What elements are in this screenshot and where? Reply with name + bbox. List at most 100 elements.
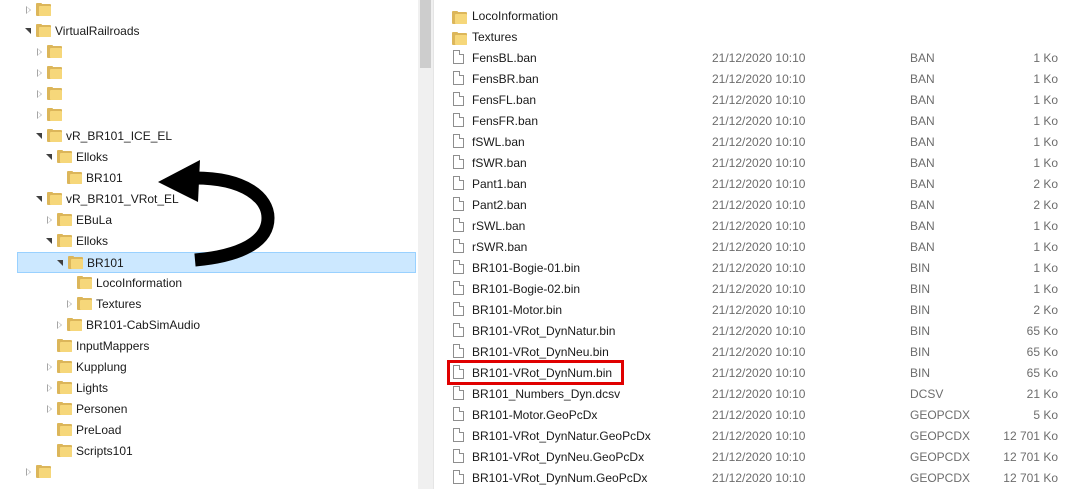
- file-type: BIN: [910, 261, 931, 275]
- file-name: BR101-Bogie-01.bin: [472, 261, 581, 275]
- file-name: FensFR.ban: [472, 114, 539, 128]
- file-row[interactable]: FensBL.ban 21/12/2020 10:10 BAN 1 Ko: [434, 47, 1080, 68]
- file-row[interactable]: BR101-VRot_DynNeu.bin 21/12/2020 10:10 BIN…: [434, 341, 1080, 362]
- tree-item-label: EBuLa: [76, 213, 113, 227]
- collapsed-chevron-icon[interactable]: [35, 47, 45, 57]
- file-icon: [453, 50, 464, 64]
- expanded-chevron-icon[interactable]: [24, 26, 34, 36]
- file-row[interactable]: BR101-Bogie-01.bin 21/12/2020 10:10 BIN 1 K…: [434, 257, 1080, 278]
- file-name: BR101-VRot_DynNeu.bin: [472, 345, 609, 359]
- tree-item[interactable]: [0, 105, 416, 126]
- tree-item-label: Elloks: [76, 234, 109, 248]
- collapsed-chevron-icon[interactable]: [24, 5, 34, 15]
- file-row[interactable]: FensFR.ban 21/12/2020 10:10 BAN 1 Ko: [434, 110, 1080, 131]
- file-row[interactable]: FensBR.ban 21/12/2020 10:10 BAN 1 Ko: [434, 68, 1080, 89]
- collapsed-chevron-icon[interactable]: [65, 299, 75, 309]
- tree-item-label: Personen: [76, 402, 128, 416]
- file-size: 2 Ko: [1033, 177, 1058, 191]
- file-size: 1 Ko: [1033, 261, 1058, 275]
- tree-item[interactable]: Scripts101: [0, 441, 416, 462]
- folder-icon: [57, 234, 72, 247]
- file-row[interactable]: BR101-Motor.GeoPcDx 21/12/2020 10:10 GEOPC…: [434, 404, 1080, 425]
- tree-item[interactable]: [0, 462, 416, 483]
- tree-item[interactable]: Lights: [0, 378, 416, 399]
- file-row[interactable]: BR101-VRot_DynNum.GeoPcDx 21/12/2020 10:1…: [434, 467, 1080, 488]
- file-row[interactable]: BR101-Motor.bin 21/12/2020 10:10 BIN 2 Ko: [434, 299, 1080, 320]
- tree-item[interactable]: [0, 84, 416, 105]
- tree-item-label: LocoInformation: [96, 276, 183, 290]
- file-row[interactable]: BR101_Numbers_Dyn.dcsv 21/12/2020 10:10 DC…: [434, 383, 1080, 404]
- file-row[interactable]: fSWL.ban 21/12/2020 10:10 BAN 1 Ko: [434, 131, 1080, 152]
- collapsed-chevron-icon[interactable]: [35, 89, 45, 99]
- scrollbar-thumb[interactable]: [420, 0, 431, 68]
- file-row[interactable]: rSWR.ban 21/12/2020 10:10 BAN 1 Ko: [434, 236, 1080, 257]
- file-date: 21/12/2020 10:10: [712, 408, 806, 422]
- tree-item[interactable]: VirtualRailroads: [0, 21, 416, 42]
- collapsed-chevron-icon[interactable]: [45, 215, 55, 225]
- file-row[interactable]: BR101-Bogie-02.bin 21/12/2020 10:10 BIN 1 K…: [434, 278, 1080, 299]
- tree-item[interactable]: Kupplung: [0, 357, 416, 378]
- file-type: BAN: [910, 51, 935, 65]
- expanded-chevron-icon[interactable]: [45, 236, 55, 246]
- file-date: 21/12/2020 10:10: [712, 282, 806, 296]
- tree-item[interactable]: Textures: [0, 294, 416, 315]
- tree-item[interactable]: [0, 63, 416, 84]
- file-name: BR101-VRot_DynNeu.GeoPcDx: [472, 450, 645, 464]
- file-row[interactable]: LocoInformation: [434, 5, 1080, 26]
- file-date: 21/12/2020 10:10: [712, 114, 806, 128]
- file-type: GEOPCDX: [910, 471, 971, 485]
- expanded-chevron-icon[interactable]: [45, 152, 55, 162]
- file-row[interactable]: Textures: [434, 26, 1080, 47]
- file-date: 21/12/2020 10:10: [712, 261, 806, 275]
- collapsed-chevron-icon[interactable]: [55, 320, 65, 330]
- file-type: BIN: [910, 303, 931, 317]
- file-row[interactable]: BR101-VRot_DynNatur.GeoPcDx 21/12/2020 10…: [434, 425, 1080, 446]
- file-date: 21/12/2020 10:10: [712, 177, 806, 191]
- tree-item-label: Textures: [96, 297, 142, 311]
- expanded-chevron-icon[interactable]: [35, 131, 45, 141]
- folder-icon: [67, 318, 82, 331]
- tree-item[interactable]: Personen: [0, 399, 416, 420]
- tree-item-label: Lights: [76, 381, 109, 395]
- file-row[interactable]: fSWR.ban 21/12/2020 10:10 BAN 1 Ko: [434, 152, 1080, 173]
- tree-item[interactable]: [0, 0, 416, 21]
- file-date: 21/12/2020 10:10: [712, 198, 806, 212]
- file-icon: [453, 113, 464, 127]
- file-size: 12 701 Ko: [1003, 429, 1058, 443]
- tree-item[interactable]: vR_BR101_ICE_EL: [0, 126, 416, 147]
- file-row[interactable]: rSWL.ban 21/12/2020 10:10 BAN 1 Ko: [434, 215, 1080, 236]
- folder-icon: [452, 32, 467, 45]
- tree-item[interactable]: LocoInformation: [0, 273, 416, 294]
- folder-icon: [57, 423, 72, 436]
- file-icon: [453, 260, 464, 274]
- file-icon: [453, 155, 464, 169]
- tree-item[interactable]: PreLoad: [0, 420, 416, 441]
- expanded-chevron-icon[interactable]: [35, 194, 45, 204]
- collapsed-chevron-icon[interactable]: [45, 404, 55, 414]
- file-row[interactable]: Pant2.ban 21/12/2020 10:10 BAN 2 Ko: [434, 194, 1080, 215]
- file-type: BAN: [910, 114, 935, 128]
- file-icon: [453, 218, 464, 232]
- file-row[interactable]: Pant1.ban 21/12/2020 10:10 BAN 2 Ko: [434, 173, 1080, 194]
- tree-item[interactable]: BR101-CabSimAudio: [0, 315, 416, 336]
- tree-scrollbar[interactable]: [418, 0, 433, 489]
- tree-item[interactable]: InputMappers: [0, 336, 416, 357]
- collapsed-chevron-icon[interactable]: [24, 467, 34, 477]
- folder-icon: [452, 11, 467, 24]
- file-row[interactable]: BR101-VRot_DynNatur.bin 21/12/2020 10:10 B…: [434, 320, 1080, 341]
- collapsed-chevron-icon[interactable]: [35, 68, 45, 78]
- file-row[interactable]: BR101-VRot_DynNeu.GeoPcDx 21/12/2020 10:1…: [434, 446, 1080, 467]
- tree-item[interactable]: [0, 42, 416, 63]
- folder-icon: [57, 381, 72, 394]
- file-name: Textures: [472, 30, 518, 44]
- file-row[interactable]: FensFL.ban 21/12/2020 10:10 BAN 1 Ko: [434, 89, 1080, 110]
- expanded-chevron-icon[interactable]: [56, 258, 66, 268]
- file-size: 2 Ko: [1033, 303, 1058, 317]
- file-icon: [453, 449, 464, 463]
- collapsed-chevron-icon[interactable]: [35, 110, 45, 120]
- collapsed-chevron-icon[interactable]: [45, 383, 55, 393]
- file-name: BR101-Motor.bin: [472, 303, 563, 317]
- collapsed-chevron-icon[interactable]: [45, 362, 55, 372]
- file-icon: [453, 344, 464, 358]
- file-size: 2 Ko: [1033, 198, 1058, 212]
